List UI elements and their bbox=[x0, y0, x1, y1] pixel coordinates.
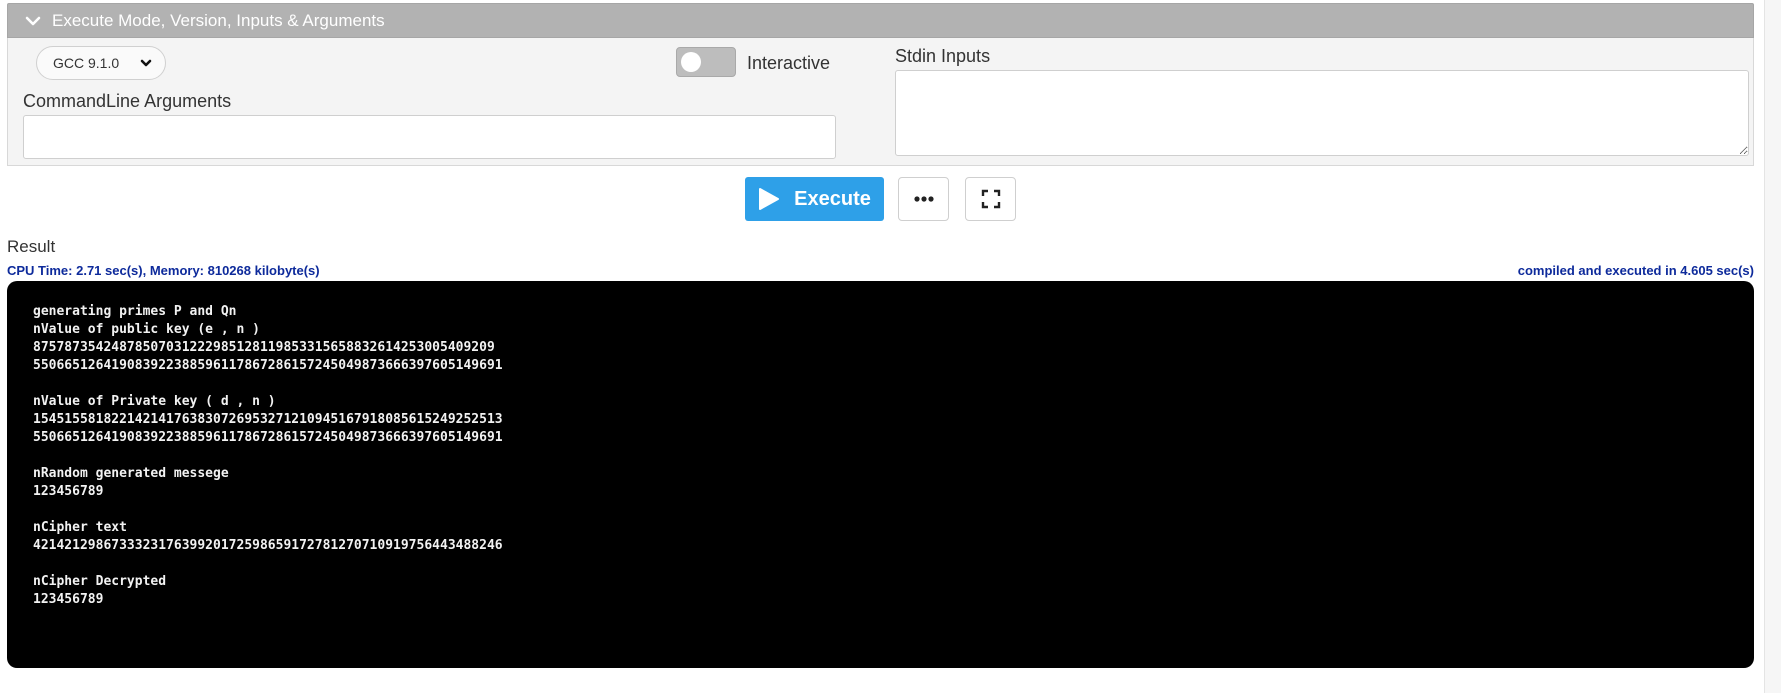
version-select[interactable]: GCC 9.1.0 bbox=[36, 46, 166, 80]
execute-options-panel-header[interactable]: Execute Mode, Version, Inputs & Argument… bbox=[7, 3, 1754, 38]
cmdline-args-label: CommandLine Arguments bbox=[23, 91, 232, 111]
execute-options-panel: GCC 9.1.0 Interactive CommandLine Argume… bbox=[7, 38, 1754, 166]
output-line: 4214212986733323176399201725986591727812… bbox=[33, 538, 503, 553]
more-options-button[interactable] bbox=[898, 177, 949, 221]
compile-info: compiled and executed in 4.605 sec(s) bbox=[1517, 263, 1754, 278]
output-line: 1545155818221421417638307269532712109451… bbox=[33, 412, 503, 427]
output-line: nValue of public key (e , n ) bbox=[33, 322, 260, 337]
interactive-toggle[interactable] bbox=[676, 47, 736, 77]
execute-button[interactable]: Execute bbox=[745, 177, 884, 221]
output-line: 8757873542487850703122298512811985331565… bbox=[33, 340, 495, 355]
stdin-inputs-textarea[interactable] bbox=[895, 70, 1749, 156]
output-line: nValue of Private key ( d , n ) bbox=[33, 394, 276, 409]
output-line: nCipher text bbox=[33, 520, 127, 535]
output-console: generating primes P and Qn nValue of pub… bbox=[7, 281, 1754, 668]
toggle-knob bbox=[681, 52, 701, 72]
cmdline-args-input[interactable] bbox=[23, 115, 836, 159]
expand-icon bbox=[981, 189, 1000, 209]
ellipsis-icon bbox=[913, 196, 934, 202]
version-select-value: GCC 9.1.0 bbox=[53, 55, 120, 71]
fullscreen-button[interactable] bbox=[965, 177, 1016, 221]
output-line: 5506651264190839223885961178672861572450… bbox=[33, 358, 503, 373]
chevron-down-icon bbox=[25, 16, 41, 25]
output-line: nCipher Decrypted bbox=[33, 574, 167, 589]
execution-stats: CPU Time: 2.71 sec(s), Memory: 810268 ki… bbox=[7, 263, 320, 278]
output-line: nRandom generated messege bbox=[33, 466, 229, 481]
page-scrollbar[interactable] bbox=[1764, 0, 1781, 693]
play-icon bbox=[759, 188, 780, 210]
chevron-down-icon bbox=[140, 59, 152, 67]
stdin-inputs-label: Stdin Inputs bbox=[895, 46, 991, 66]
panel-title: Execute Mode, Version, Inputs & Argument… bbox=[52, 10, 385, 30]
result-label: Result bbox=[7, 237, 56, 256]
interactive-label: Interactive bbox=[747, 53, 831, 73]
execute-button-label: Execute bbox=[794, 187, 871, 210]
output-line: 5506651264190839223885961178672861572450… bbox=[33, 430, 503, 445]
output-line: generating primes P and Qn bbox=[33, 304, 237, 319]
output-line: 123456789 bbox=[33, 592, 104, 607]
output-line: 123456789 bbox=[33, 484, 104, 499]
